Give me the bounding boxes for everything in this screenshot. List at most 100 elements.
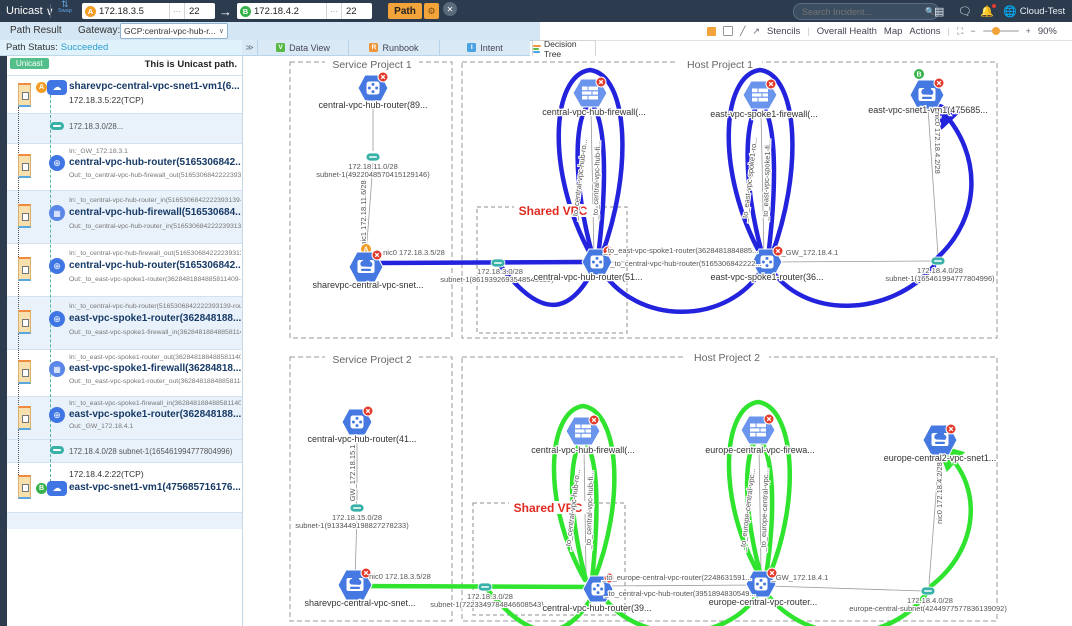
node-europe-central2-vpc-vm[interactable]: europe-central2-vpc-snet1...: [884, 424, 997, 463]
hop-map-marker[interactable]: [18, 257, 31, 281]
notifications-bell-icon[interactable]: 🔔: [980, 0, 994, 22]
hop-map-marker[interactable]: [18, 310, 31, 334]
path-hop-row[interactable]: ⊕ In:_GW_172.18.3.1 central-vpc-hub-rout…: [7, 143, 242, 191]
hop-map-marker[interactable]: [18, 475, 31, 499]
path-hop-row[interactable]: ⊕ In:_to_central-vpc-hub-firewall_out(51…: [7, 243, 242, 297]
hop-map-marker[interactable]: [18, 154, 31, 178]
tab-runbook[interactable]: R Runbook: [349, 40, 440, 55]
node-right-subnet-2[interactable]: 172.18.4.0/28 europe-central-subnet(4244…: [849, 587, 1007, 613]
edge-label: _to_central-vpc-hub-router(5165306842222…: [609, 259, 761, 268]
destination-ip-input[interactable]: 172.18.4.2: [254, 6, 326, 17]
hop-map-marker[interactable]: [18, 204, 31, 228]
zoom-slider-knob[interactable]: [992, 27, 1000, 35]
hop-device-name[interactable]: central-vpc-hub-router(5165306842...: [69, 157, 241, 168]
zoom-slider[interactable]: [983, 30, 1019, 32]
path-hop-row[interactable]: ▦ In:_to_central-vpc-hub-router_in(51653…: [7, 190, 242, 244]
direction-arrow-icon: →: [219, 0, 232, 22]
svg-text:europe-central-subnet(42449775: europe-central-subnet(424497757783613909…: [849, 604, 1007, 613]
path-panel-header: Unicast This is Unicast path.: [7, 55, 242, 75]
path-hop-row[interactable]: ▦ In:_to_east-vpc-spoke1-router_out(3628…: [7, 349, 242, 397]
node-sp1-router[interactable]: central-vpc-hub-router(89...: [318, 72, 427, 110]
router-icon: ⊕: [49, 407, 65, 423]
hop-out-interface: Out:_to_central-vpc-hub-router_in(516530…: [69, 223, 241, 230]
account-menu[interactable]: 🌐 Cloud-Test: [1003, 0, 1065, 22]
path-mode-dropdown[interactable]: Unicast ∨: [6, 0, 54, 22]
svg-text:europe-central2-vpc-snet1...: europe-central2-vpc-snet1...: [884, 453, 997, 463]
gateway-select[interactable]: GCP:central-vpc-hub-r... ∨: [120, 23, 228, 39]
subnet-icon: [50, 446, 64, 454]
overall-health-button[interactable]: Overall Health: [817, 26, 877, 37]
actions-menu-button[interactable]: Actions: [909, 26, 940, 37]
zoom-in-icon[interactable]: +: [1026, 26, 1031, 36]
divider: |: [807, 26, 809, 37]
hop-in-interface: In:_to_central-vpc-hub-firewall_out(5165…: [69, 250, 241, 257]
node-east-vpc-spoke1-firewall[interactable]: east-vpc-spoke1-firewall(...: [710, 79, 818, 119]
intent-icon: I: [467, 43, 476, 52]
source-more-button[interactable]: ···: [169, 3, 184, 19]
source-port-input[interactable]: 22: [184, 3, 215, 19]
tab-data-view[interactable]: V Data View: [258, 40, 349, 55]
search-input[interactable]: [800, 6, 921, 18]
hop-device-name[interactable]: central-vpc-hub-router(5165306842...: [69, 260, 241, 271]
close-icon[interactable]: ✕: [443, 2, 457, 16]
collapsed-sidebar[interactable]: [0, 55, 7, 626]
fit-to-screen-icon[interactable]: ⛶: [957, 26, 963, 37]
svg-text:central-vpc-hub-router(89...: central-vpc-hub-router(89...: [318, 100, 427, 110]
svg-text:europe-central-vpc-firewa...: europe-central-vpc-firewa...: [705, 445, 815, 455]
pointer-tool-icon[interactable]: ↗: [752, 26, 760, 37]
node-sp2-router[interactable]: central-vpc-hub-router(41...: [307, 406, 416, 444]
hop-endpoint: 172.18.4.2:22(TCP): [69, 469, 241, 479]
svg-text:europe-central-vpc-router...: europe-central-vpc-router...: [709, 597, 818, 607]
path-button[interactable]: Path: [388, 3, 422, 19]
shape-tool-icon[interactable]: [723, 26, 733, 36]
hop-map-marker[interactable]: [18, 360, 31, 384]
hop-map-marker[interactable]: [18, 83, 31, 107]
highlight-tool-icon[interactable]: [707, 27, 716, 36]
svg-text:sharevpc-central-vpc-snet...: sharevpc-central-vpc-snet...: [304, 598, 415, 608]
node-east-vpc-snet1-vm[interactable]: B east-vpc-snet1-vm1(475685...: [868, 69, 988, 116]
vm-icon: ☁: [47, 481, 67, 496]
unicast-note: This is Unicast path.: [145, 59, 237, 70]
zoom-out-icon[interactable]: −: [970, 26, 975, 36]
hop-device-name[interactable]: east-vpc-spoke1-firewall(36284818...: [69, 363, 241, 374]
node-sp2-subnet[interactable]: 172.18.15.0/28 subnet-1(9133449198827278…: [295, 504, 409, 530]
tab-intent[interactable]: I Intent: [440, 40, 530, 55]
top-bar: Unicast ∨ ⇅ Swap A 172.18.3.5 ··· 22 → B…: [0, 0, 1072, 22]
hop-device-name[interactable]: east-vpc-snet1-vm1(475685716176...: [69, 482, 241, 493]
destination-more-button[interactable]: ···: [326, 3, 341, 19]
hop-out-interface: Out:_to_east-vpc-spoke1-firewall_in(3628…: [69, 329, 241, 336]
chat-icon[interactable]: 🗨: [958, 0, 972, 22]
incident-search[interactable]: 🔍: [793, 3, 939, 20]
stencils-button[interactable]: Stencils: [767, 26, 800, 37]
node-sp1-subnet[interactable]: 172.18.11.0/28 subnet-1(4922048570415129…: [316, 153, 430, 179]
host-project-2-title: Host Project 2: [694, 352, 760, 364]
path-result-tab[interactable]: Path Result: [10, 25, 62, 36]
hop-device-name[interactable]: sharevpc-central-vpc-snet1-vm1(6...: [69, 81, 241, 92]
node-europe-central-vpc-firewall[interactable]: europe-central-vpc-firewa...: [705, 414, 815, 455]
line-tool-icon[interactable]: ╱: [740, 26, 745, 37]
destination-port-input[interactable]: 22: [341, 3, 372, 19]
path-result-panel: Unicast This is Unicast path. A ☁ sharev…: [0, 55, 243, 626]
path-hop-row[interactable]: ⊕ In:_to_east-vpc-spoke1-firewall_in(362…: [7, 396, 242, 440]
divider: [50, 4, 51, 18]
apps-icon[interactable]: ▤: [934, 0, 944, 22]
hop-map-marker[interactable]: [18, 406, 31, 430]
path-hop-row[interactable]: 172.18.4.0/28 subnet-1(16546199477780499…: [7, 439, 242, 463]
path-connector-line: [50, 85, 51, 487]
path-hop-row[interactable]: A ☁ sharevpc-central-vpc-snet1-vm1(6... …: [7, 75, 242, 114]
collapse-tabs-icon[interactable]: ≫: [242, 40, 258, 55]
node-central-vpc-hub-firewall-2[interactable]: central-vpc-hub-firewall(...: [531, 415, 635, 455]
map-menu-button[interactable]: Map: [884, 26, 902, 37]
source-ip-input[interactable]: 172.18.3.5: [99, 6, 169, 17]
path-hop-row[interactable]: 172.18.4.2:22(TCP) B ☁ east-vpc-snet1-vm…: [7, 462, 242, 513]
swap-button[interactable]: ⇅ Swap: [58, 0, 72, 22]
hop-device-name[interactable]: east-vpc-spoke1-router(362848188...: [69, 409, 241, 420]
hop-device-name[interactable]: east-vpc-spoke1-router(362848188...: [69, 313, 241, 324]
node-central-vpc-hub-firewall-1[interactable]: central-vpc-hub-firewall(...: [542, 77, 646, 117]
tab-decision-tree[interactable]: Decision Tree: [532, 40, 596, 56]
topology-map[interactable]: Service Project 1 Host Project 1 Service…: [242, 55, 1072, 626]
path-settings-gear-icon[interactable]: ⚙: [424, 3, 439, 19]
path-hop-row[interactable]: 172.18.3.0/28...: [7, 113, 242, 144]
hop-device-name[interactable]: central-vpc-hub-firewall(516530684...: [69, 207, 241, 218]
path-hop-row[interactable]: ⊕ In:_to_central-vpc-hub-router(51653068…: [7, 296, 242, 350]
